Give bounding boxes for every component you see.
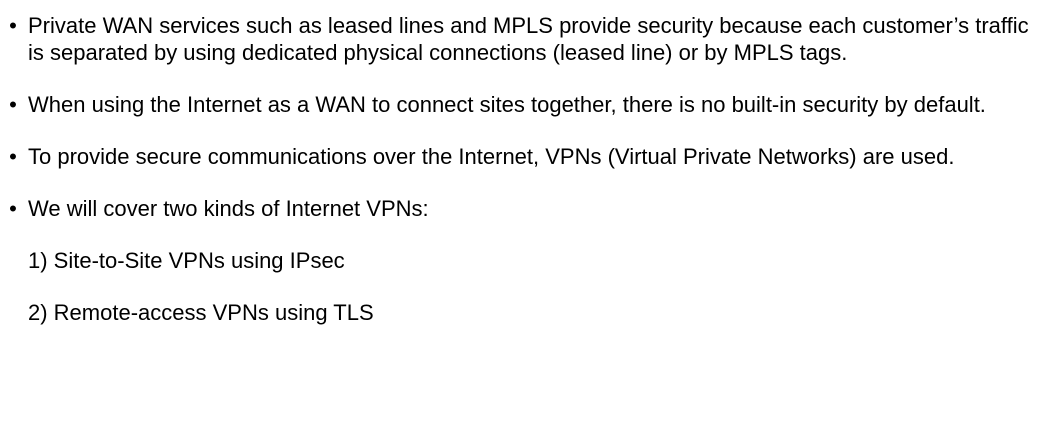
bullet-vpn-purpose: • To provide secure communications over … bbox=[6, 143, 1036, 170]
bullet-icon: • bbox=[9, 144, 17, 169]
bullet-private-wan: • Private WAN services such as leased li… bbox=[6, 12, 1036, 66]
bullet-vpn-kinds: • We will cover two kinds of Internet VP… bbox=[6, 195, 1036, 222]
numbered-item-remote-access: 2) Remote-access VPNs using TLS bbox=[28, 300, 374, 325]
bullet-text: To provide secure communications over th… bbox=[28, 144, 955, 169]
bullet-icon: • bbox=[9, 196, 17, 221]
bullet-icon: • bbox=[9, 92, 17, 117]
numbered-item-site-to-site: 1) Site-to-Site VPNs using IPsec bbox=[28, 248, 345, 273]
bullet-text: Private WAN services such as leased line… bbox=[28, 13, 1029, 65]
slide-content: • Private WAN services such as leased li… bbox=[6, 0, 1036, 326]
bullet-icon: • bbox=[9, 13, 17, 38]
bullet-internet-wan: • When using the Internet as a WAN to co… bbox=[6, 91, 1036, 118]
bullet-text: We will cover two kinds of Internet VPNs… bbox=[28, 196, 429, 221]
bullet-text: When using the Internet as a WAN to conn… bbox=[28, 92, 986, 117]
